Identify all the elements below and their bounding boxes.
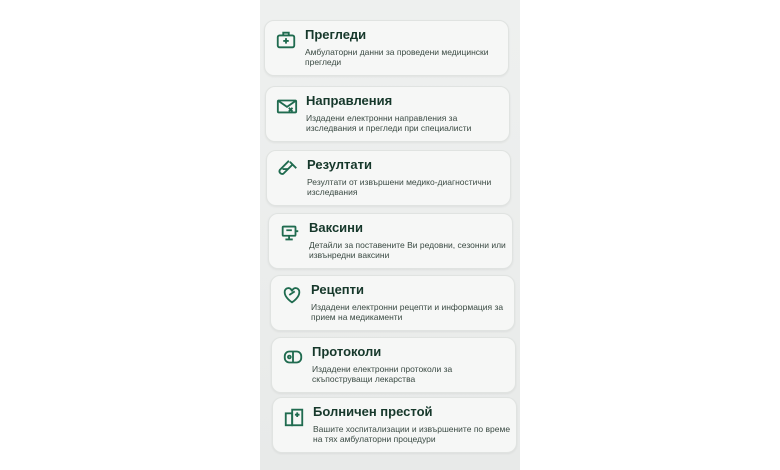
menu-card-description: Издадени електронни направления за изсле… bbox=[306, 113, 472, 133]
menu-card-description: Издадени електронни рецепти и информация… bbox=[311, 302, 504, 322]
menu-card-description: Резултати от извършени медико-диагностич… bbox=[307, 177, 492, 197]
menu-card-examinations[interactable]: Прегледи Амбулаторни данни за проведени … bbox=[264, 20, 509, 76]
menu-card-results[interactable]: Резултати Резултати от извършени медико-… bbox=[266, 150, 511, 206]
menu-card-title: Направления bbox=[306, 93, 393, 108]
menu-card-title: Резултати bbox=[307, 157, 372, 172]
syringe-icon bbox=[279, 222, 301, 244]
test-tube-icon bbox=[277, 159, 299, 181]
menu-card-description: Издадени електронни протоколи за скъпост… bbox=[312, 364, 453, 384]
menu-card-title: Протоколи bbox=[312, 344, 382, 359]
medical-bag-icon bbox=[275, 29, 297, 51]
menu-card-description: Амбулаторни данни за проведени медицинск… bbox=[305, 47, 489, 67]
menu-card-title: Рецепти bbox=[311, 282, 365, 297]
menu-card-title: Прегледи bbox=[305, 27, 367, 42]
protocol-pills-icon bbox=[282, 346, 304, 368]
menu-card-title: Ваксини bbox=[309, 220, 364, 235]
menu-card-vaccines[interactable]: Ваксини Детайли за поставените Ви редовн… bbox=[268, 213, 513, 269]
menu-card-hospital-stay[interactable]: Болничен престой Вашите хоспитализации и… bbox=[272, 397, 517, 453]
pills-icon bbox=[281, 284, 303, 306]
hospital-icon bbox=[283, 406, 305, 428]
menu-card-protocols[interactable]: Протоколи Издадени електронни протоколи … bbox=[271, 337, 516, 393]
menu-card-description: Детайли за поставените Ви редовни, сезон… bbox=[309, 240, 506, 260]
menu-card-title: Болничен престой bbox=[313, 404, 433, 419]
phone-screen: Прегледи Амбулаторни данни за проведени … bbox=[260, 0, 520, 470]
menu-card-prescriptions[interactable]: Рецепти Издадени електронни рецепти и ин… bbox=[270, 275, 515, 331]
menu-card-description: Вашите хоспитализации и извършените по в… bbox=[313, 424, 511, 444]
menu-card-referrals[interactable]: Направления Издадени електронни направле… bbox=[265, 86, 510, 142]
referral-envelope-icon bbox=[276, 95, 298, 117]
